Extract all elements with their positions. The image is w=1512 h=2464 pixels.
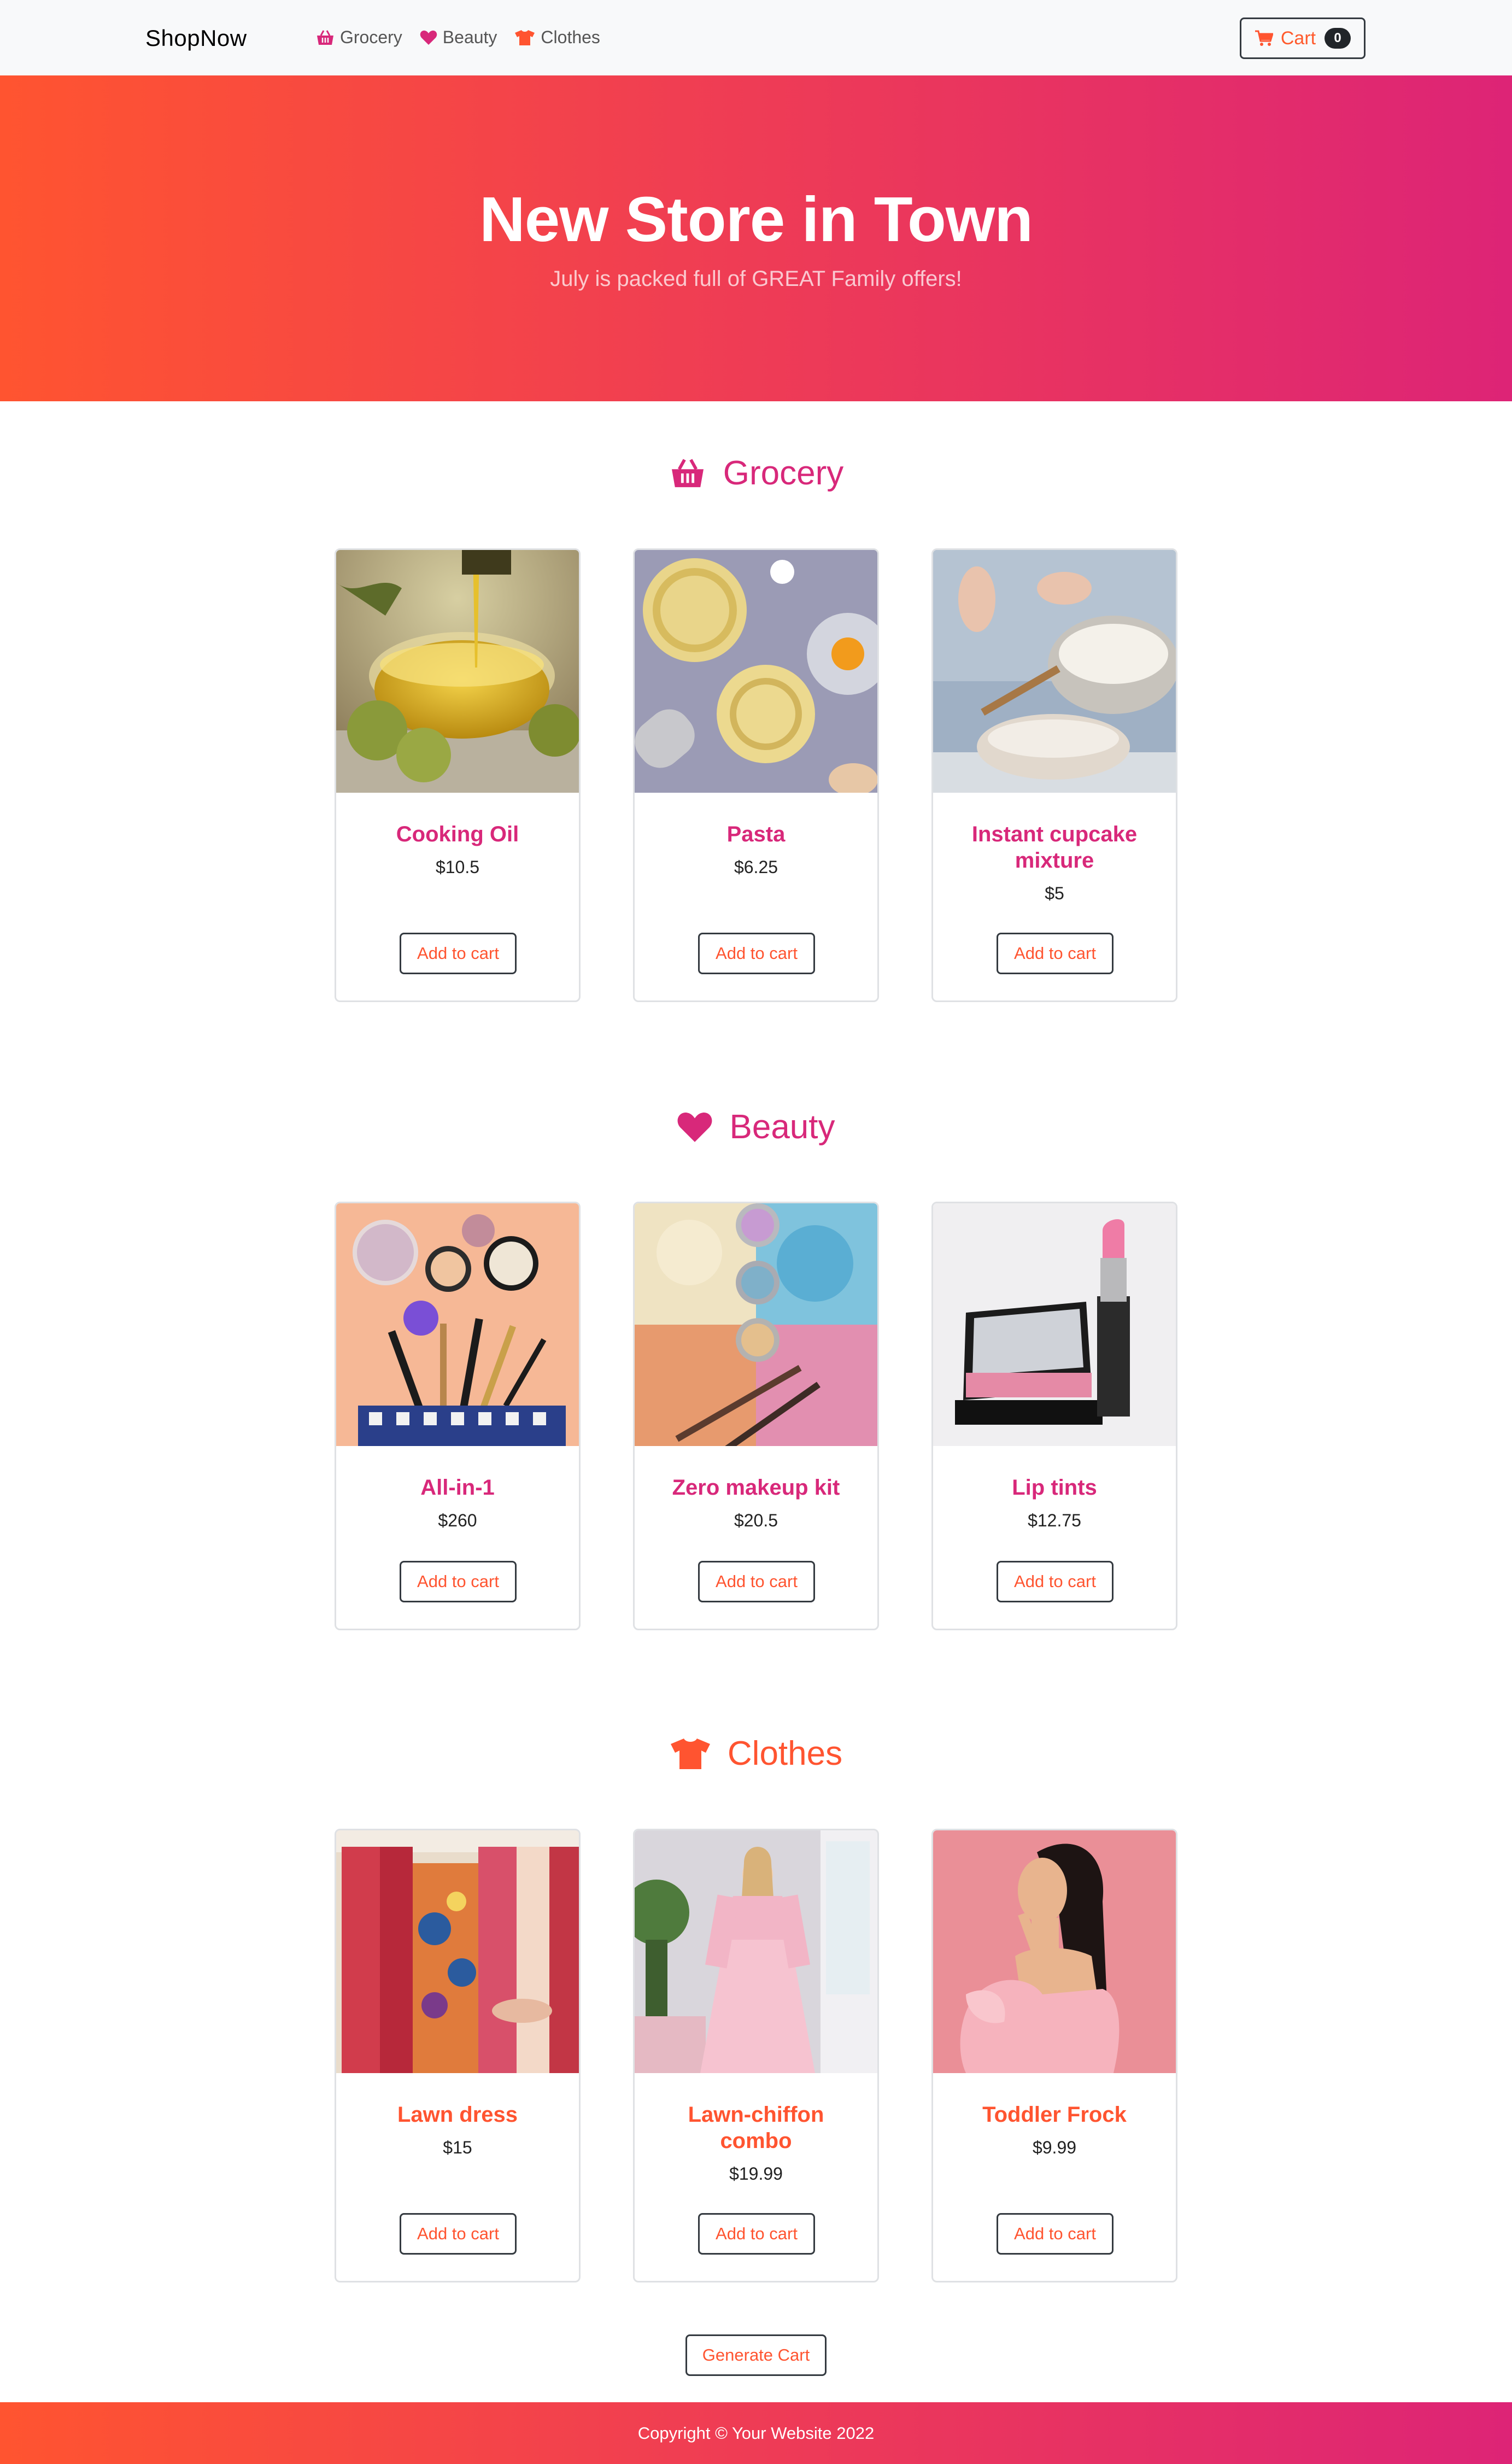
product-card: Lawn-chiffon combo $19.99 Add to cart [633,1829,879,2282]
cart-count-badge: 0 [1325,28,1351,49]
footer: Copyright © Your Website 2022 [0,2402,1512,2464]
section-heading-beauty: Beauty [0,1108,1512,1146]
product-image-lipstick [933,1203,1176,1446]
product-price: $10.5 [435,857,480,877]
shopping-cart-icon [1255,30,1273,46]
section-title: Clothes [727,1735,843,1772]
navbar: ShopNow Grocery Beauty Clothes Cart 0 [0,0,1512,75]
product-price: $15 [443,2138,472,2157]
product-price: $19.99 [729,2164,783,2184]
generate-cart-button[interactable]: Generate Cart [685,2334,827,2376]
product-name: Instant cupcake mixture [971,822,1138,873]
product-price: $6.25 [734,857,778,877]
product-name: Cooking Oil [396,822,519,846]
product-image-flour [933,550,1176,793]
product-name: Toddler Frock [982,2103,1127,2127]
nav-link-label: Grocery [340,27,402,47]
hero-title: New Store in Town [479,184,1033,255]
product-name: All-in-1 [420,1476,495,1500]
product-card: Cooking Oil $10.5 Add to cart [335,548,581,1002]
hero-subtitle: July is packed full of GREAT Family offe… [550,267,962,291]
product-image-pink-dress-model [933,1830,1176,2073]
product-card: Toddler Frock $9.99 Add to cart [931,1829,1177,2282]
section-heading-grocery: Grocery [0,454,1512,493]
shirt-icon [670,1738,710,1769]
nav-link-label: Beauty [442,27,497,47]
add-to-cart-button[interactable]: Add to cart [400,2213,517,2255]
hero-banner: New Store in Town July is packed full of… [0,75,1512,401]
nav-link-clothes[interactable]: Clothes [514,27,600,48]
product-price: $5 [1045,883,1064,903]
product-card: All-in-1 $260 Add to cart [335,1202,581,1630]
heart-icon [420,30,437,45]
add-to-cart-button[interactable]: Add to cart [698,2213,815,2255]
product-name: Pasta [726,822,786,846]
product-image-clothes-rack [336,1830,579,2073]
shirt-icon [515,30,535,45]
product-card: Instant cupcake mixture $5 Add to cart [931,548,1177,1002]
add-to-cart-button[interactable]: Add to cart [400,1561,517,1602]
product-image-pasta [635,550,877,793]
product-price: $260 [438,1511,477,1530]
section-title: Beauty [729,1108,835,1146]
basket-icon [317,30,333,45]
product-price: $20.5 [734,1511,778,1530]
product-card: Lip tints $12.75 Add to cart [931,1202,1177,1630]
add-to-cart-button[interactable]: Add to cart [997,2213,1114,2255]
product-image-pink-gown [635,1830,877,2073]
basket-icon [671,458,704,487]
product-name: Zero makeup kit [672,1476,840,1500]
footer-copyright: Copyright © Your Website 2022 [637,2423,875,2443]
product-price: $9.99 [1032,2138,1077,2157]
nav-link-grocery[interactable]: Grocery [316,27,402,48]
add-to-cart-button[interactable]: Add to cart [698,1561,815,1602]
product-card: Pasta $6.25 Add to cart [633,548,879,1002]
cart-label: Cart [1280,27,1316,49]
section-title: Grocery [723,454,844,492]
add-to-cart-button[interactable]: Add to cart [997,933,1114,974]
product-name: Lawn dress [397,2103,518,2127]
nav-links: Grocery Beauty Clothes [316,27,618,48]
product-image-eyeshadow [635,1203,877,1446]
add-to-cart-button[interactable]: Add to cart [698,933,815,974]
product-price: $12.75 [1028,1511,1081,1530]
product-image-makeup-bag [336,1203,579,1446]
add-to-cart-button[interactable]: Add to cart [997,1561,1114,1602]
product-card: Lawn dress $15 Add to cart [335,1829,581,2282]
product-name: Lip tints [1012,1476,1097,1500]
cart-button[interactable]: Cart 0 [1240,17,1366,59]
nav-link-beauty[interactable]: Beauty [420,27,497,48]
nav-link-label: Clothes [541,27,600,47]
product-name: Lawn-chiffon combo [688,2103,824,2153]
product-image-olive-oil [336,550,579,793]
brand-logo[interactable]: ShopNow [145,25,247,51]
heart-icon [678,1112,712,1142]
add-to-cart-button[interactable]: Add to cart [400,933,517,974]
product-card: Zero makeup kit $20.5 Add to cart [633,1202,879,1630]
section-heading-clothes: Clothes [0,1734,1512,1773]
